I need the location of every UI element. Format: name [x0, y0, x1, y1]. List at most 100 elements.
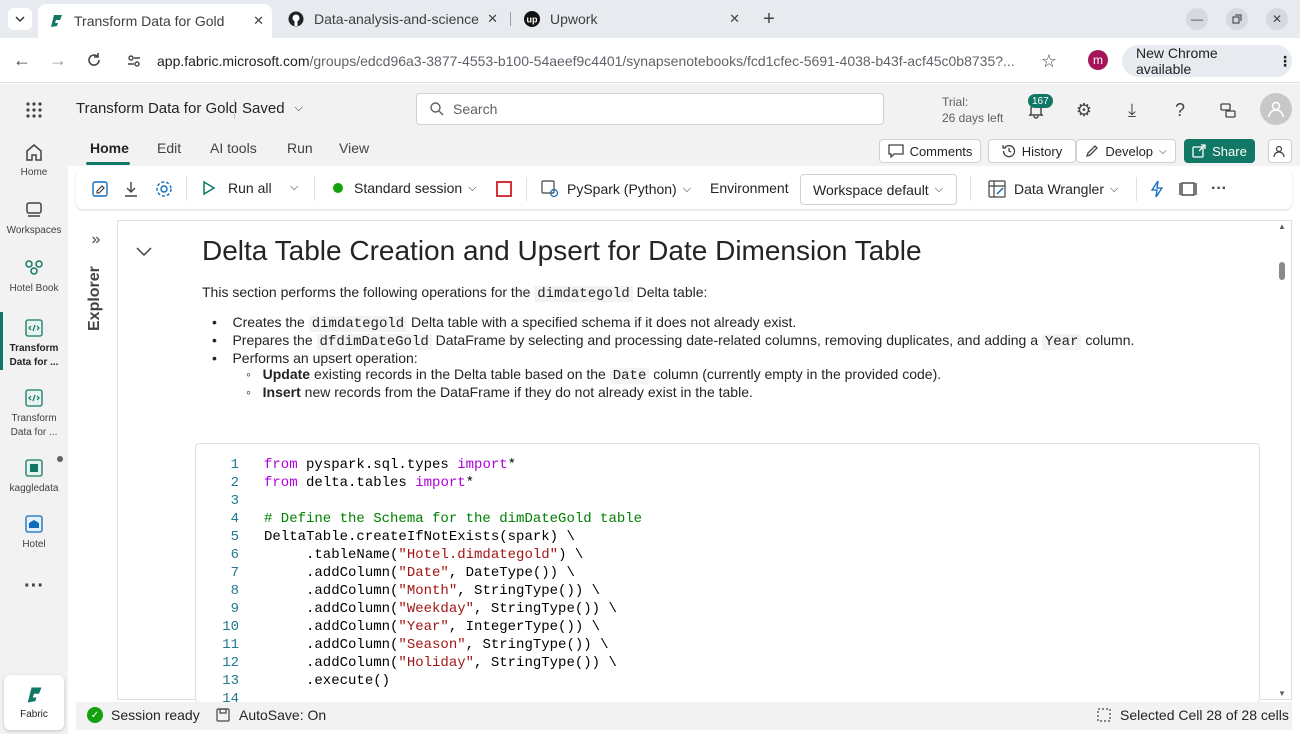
- tab-ai-tools[interactable]: AI tools: [210, 140, 257, 156]
- feedback-icon[interactable]: [1216, 98, 1240, 122]
- minimize-icon[interactable]: —: [1186, 8, 1208, 30]
- profile-avatar[interactable]: m: [1088, 50, 1108, 70]
- line-number: 2: [230, 475, 239, 491]
- download-notebook-icon[interactable]: [120, 178, 142, 200]
- tab-title: Upwork: [550, 10, 598, 27]
- bookmark-star-icon[interactable]: ☆: [1038, 50, 1060, 72]
- close-window-icon[interactable]: ✕: [1266, 8, 1288, 30]
- run-all-button[interactable]: Run all: [202, 180, 272, 196]
- download-icon[interactable]: ⤓: [1120, 98, 1144, 122]
- tab-edit[interactable]: Edit: [157, 140, 181, 156]
- comments-label: Comments: [909, 143, 973, 159]
- session-status[interactable]: ✓ Session ready: [87, 707, 200, 723]
- tab-github[interactable]: Data-analysis-and-science ✕: [278, 4, 506, 33]
- environment-value: Workspace default: [813, 181, 929, 198]
- workspaces-icon: [22, 198, 46, 222]
- save-state-dropdown[interactable]: Saved ⌵: [242, 100, 303, 117]
- history-button[interactable]: History: [988, 139, 1076, 163]
- tab-upwork[interactable]: up Upwork ✕: [514, 4, 748, 33]
- search-icon: [430, 102, 444, 116]
- site-info-icon[interactable]: [120, 53, 148, 69]
- rail-transform-active[interactable]: Transform Data for ...: [0, 316, 68, 370]
- selection-icon: [1097, 708, 1111, 722]
- reload-icon[interactable]: [84, 50, 104, 70]
- focus-mode-icon[interactable]: [1177, 178, 1199, 200]
- rail-hotel[interactable]: Hotel: [0, 512, 68, 552]
- notification-badge: 167: [1028, 94, 1053, 108]
- help-icon[interactable]: ?: [1168, 98, 1192, 122]
- stop-session-icon[interactable]: [496, 181, 512, 197]
- markdown-heading: Delta Table Creation and Upsert for Date…: [202, 235, 922, 266]
- expand-explorer-icon[interactable]: »: [86, 230, 106, 250]
- share-button[interactable]: Share: [1184, 139, 1255, 163]
- tab-home[interactable]: Home: [90, 140, 129, 156]
- chrome-update-button[interactable]: New Chrome available ⋮: [1122, 45, 1292, 77]
- rail-home[interactable]: Home: [0, 140, 68, 180]
- tab-view[interactable]: View: [339, 140, 369, 156]
- url-field[interactable]: app.fabric.microsoft.com /groups/edcd96a…: [120, 45, 1070, 77]
- language-label: PySpark (Python): [567, 181, 677, 197]
- save-notebook-icon[interactable]: [89, 178, 111, 200]
- tab-transform-data[interactable]: Transform Data for Gold ✕: [38, 4, 272, 38]
- data-wrangler-dropdown[interactable]: Data Wrangler ⌵: [988, 180, 1118, 198]
- vertical-scrollbar[interactable]: ▲ ▼: [1276, 222, 1290, 698]
- scroll-up-icon[interactable]: ▲: [1278, 222, 1286, 231]
- chevron-down-icon: ⌵: [1110, 182, 1119, 195]
- language-dropdown[interactable]: PySpark (Python) ⌵: [541, 180, 691, 198]
- code-cell-editor[interactable]: 1 2 3 4 5 6 7 8 9 10 11 12 13 14 from py…: [195, 443, 1260, 703]
- code-line: .tableName("Hotel.dimdategold") \: [264, 547, 584, 563]
- app-launcher-icon[interactable]: [22, 98, 46, 122]
- session-dropdown[interactable]: Standard session ⌵: [333, 180, 477, 196]
- tab-run[interactable]: Run: [287, 140, 313, 156]
- notebook-icon: [22, 316, 46, 340]
- autosave-label: AutoSave: On: [239, 707, 327, 723]
- comments-button[interactable]: Comments: [879, 139, 981, 163]
- settings-gear-icon[interactable]: ⚙: [1072, 98, 1096, 122]
- new-tab-icon[interactable]: +: [758, 8, 780, 30]
- search-box[interactable]: Search: [416, 93, 884, 125]
- search-placeholder: Search: [453, 101, 498, 117]
- forward-icon[interactable]: →: [48, 50, 68, 70]
- tab-search-icon[interactable]: [8, 8, 32, 30]
- list-item: • Performs an upsert operation:: [212, 350, 418, 366]
- trial-info[interactable]: Trial: 26 days left: [942, 94, 1003, 126]
- code-line: .addColumn("Holiday", StringType()) \: [264, 655, 617, 671]
- more-icon[interactable]: ···: [22, 575, 46, 597]
- rail-hotel-book[interactable]: Hotel Book: [0, 256, 68, 296]
- rail-kaggledata[interactable]: kaggledata: [0, 456, 68, 496]
- develop-dropdown[interactable]: Develop ⌵: [1076, 139, 1176, 163]
- run-options-chevron-icon[interactable]: ⌵: [290, 181, 298, 194]
- explorer-label[interactable]: Explorer: [86, 266, 104, 331]
- copilot-icon[interactable]: [1146, 178, 1168, 200]
- restore-icon[interactable]: [1226, 8, 1248, 30]
- rail-transform-2[interactable]: Transform Data for ...: [0, 386, 68, 440]
- notebook-title[interactable]: Transform Data for Gold: [76, 100, 237, 117]
- line-number: 7: [230, 565, 239, 581]
- autosave-status[interactable]: AutoSave: On: [216, 707, 326, 723]
- collapse-cell-chevron-icon[interactable]: [134, 242, 154, 262]
- close-tab-icon[interactable]: ✕: [253, 13, 264, 29]
- close-tab-icon[interactable]: ✕: [487, 11, 498, 27]
- environment-dropdown[interactable]: Workspace default ⌵: [800, 174, 957, 205]
- chevron-down-icon: ⌵: [682, 182, 692, 195]
- notebook-settings-icon[interactable]: [153, 178, 175, 200]
- scroll-down-icon[interactable]: ▼: [1278, 689, 1286, 698]
- code-line: .addColumn("Season", StringType()) \: [264, 637, 609, 653]
- intro-text: Delta table:: [636, 284, 708, 300]
- rail-label: Transform Data for ...: [9, 343, 59, 368]
- markdown-list: • Creates the dimdategold Delta table wi…: [212, 314, 1134, 400]
- collaborators-icon[interactable]: [1268, 139, 1292, 163]
- user-avatar-icon[interactable]: [1260, 93, 1292, 125]
- rail-workspaces[interactable]: Workspaces: [0, 198, 68, 238]
- markdown-cell[interactable]: Delta Table Creation and Upsert for Date…: [202, 235, 1262, 267]
- fabric-switcher[interactable]: Fabric: [4, 675, 64, 730]
- more-options-icon[interactable]: ···: [1208, 178, 1230, 200]
- markdown-intro: This section performs the following oper…: [202, 284, 707, 302]
- fabric-label: Fabric: [20, 709, 48, 720]
- back-icon[interactable]: ←: [12, 50, 32, 70]
- selection-label: Selected Cell 28 of 28 cells: [1120, 707, 1289, 723]
- close-tab-icon[interactable]: ✕: [729, 11, 740, 27]
- scrollbar-thumb[interactable]: [1279, 262, 1285, 280]
- url-path: /groups/edcd96a3-3877-4553-b100-54aeef9c…: [309, 53, 1015, 69]
- line-number: 9: [230, 601, 239, 617]
